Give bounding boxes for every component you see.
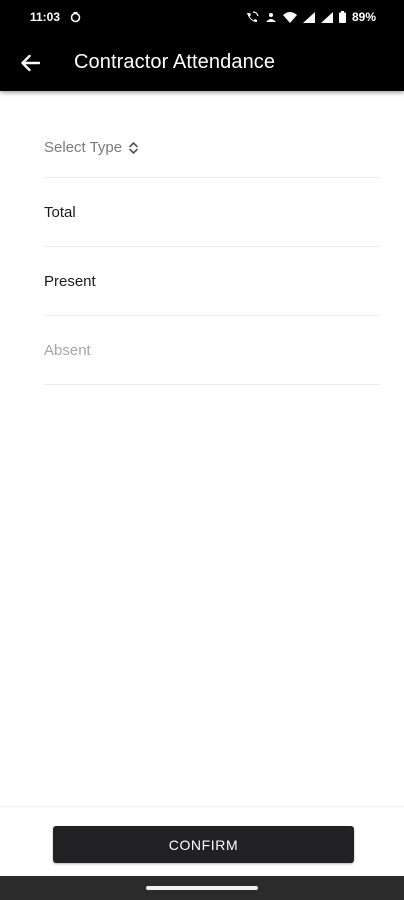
- absent-placeholder: Absent: [44, 341, 91, 359]
- confirm-button[interactable]: CONFIRM: [53, 826, 354, 863]
- system-nav-bar: [0, 876, 404, 900]
- signal-icon: [302, 11, 315, 23]
- arrow-left-icon: [21, 54, 40, 71]
- select-type-row: Select Type: [44, 118, 380, 178]
- wifi-icon: [282, 11, 297, 23]
- back-button[interactable]: [16, 49, 44, 77]
- status-bar: 11:03 89%: [0, 0, 404, 34]
- absent-field[interactable]: Absent: [44, 316, 380, 385]
- total-field[interactable]: Total: [44, 178, 380, 247]
- chevron-up-down-icon: [128, 141, 139, 155]
- total-label: Total: [44, 203, 76, 221]
- status-icons: 89%: [245, 10, 376, 24]
- wifi-calling-icon: [245, 11, 259, 23]
- status-time: 11:03: [30, 10, 61, 24]
- signal-icon: [320, 11, 333, 23]
- battery-percent: 89%: [351, 10, 376, 24]
- screen: 11:03 89% Contractor Attendance Select T…: [0, 0, 404, 900]
- page-title: Contractor Attendance: [74, 51, 276, 73]
- home-indicator[interactable]: [146, 886, 258, 890]
- present-label: Present: [44, 272, 96, 290]
- select-type-label: Select Type: [44, 139, 123, 156]
- sync-icon: [70, 11, 81, 23]
- attendance-form: Select Type Total Present Absent: [44, 118, 380, 385]
- select-type-dropdown[interactable]: Select Type: [44, 139, 139, 156]
- data-saver-icon: [265, 11, 277, 23]
- bottom-action-area: CONFIRM: [0, 806, 404, 876]
- present-field[interactable]: Present: [44, 247, 380, 316]
- app-bar: Contractor Attendance: [0, 34, 404, 91]
- battery-icon: [338, 11, 346, 23]
